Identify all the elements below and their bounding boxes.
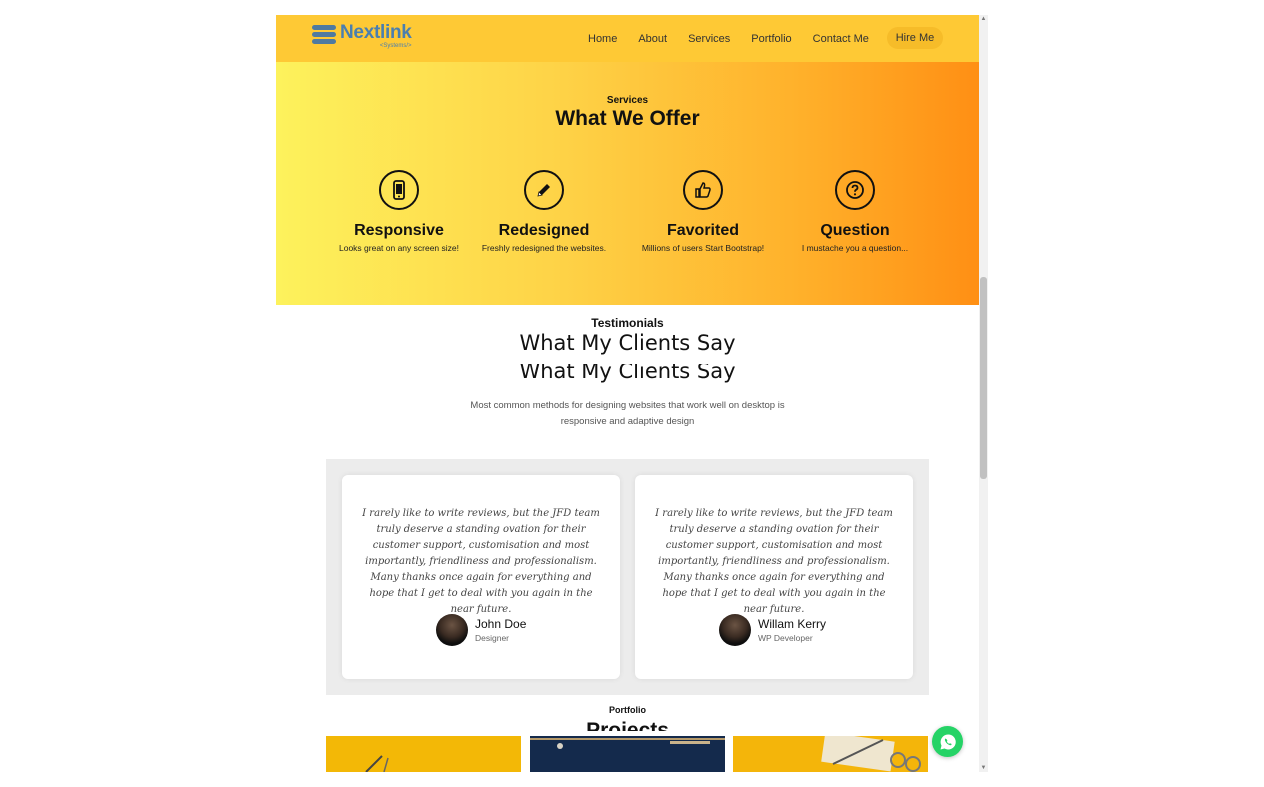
page-viewport: Nextlink <Systems/> Home About Services …	[276, 15, 979, 772]
testimonials-eyebrow: Testimonials	[591, 316, 664, 330]
scrollbar-thumb[interactable]	[980, 277, 987, 479]
pencil-icon	[524, 170, 564, 210]
portfolio-image[interactable]	[530, 736, 725, 772]
scroll-down-arrow-icon[interactable]: ▼	[980, 764, 987, 772]
brand-tagline: <Systems/>	[379, 43, 412, 49]
page-scrollbar[interactable]: ▲ ▼	[979, 15, 988, 772]
feature-title: Responsive	[354, 222, 444, 239]
testimonial-quote: I rarely like to write reviews, but the …	[655, 508, 893, 615]
testimonials-carousel: I rarely like to write reviews, but the …	[326, 459, 929, 695]
server-stack-icon	[312, 23, 338, 47]
nav-portfolio[interactable]: Portfolio	[751, 33, 791, 45]
whatsapp-icon	[940, 733, 956, 749]
feature-responsive: Responsive Looks great on any screen siz…	[324, 170, 474, 253]
feature-desc: Freshly redesigned the websites.	[481, 243, 607, 253]
nav-home[interactable]: Home	[588, 33, 617, 45]
question-icon	[835, 170, 875, 210]
feature-title: Favorited	[666, 222, 739, 239]
portfolio-title: Projects	[586, 719, 669, 731]
portfolio-image[interactable]	[326, 736, 521, 772]
nav-services[interactable]: Services	[688, 33, 730, 45]
avatar	[719, 614, 751, 646]
portfolio-image[interactable]	[733, 736, 928, 772]
mobile-phone-icon	[379, 170, 419, 210]
feature-desc: Millions of users Start Bootstrap!	[641, 243, 765, 253]
testimonial-card: I rarely like to write reviews, but the …	[342, 475, 620, 679]
thumbs-up-icon	[683, 170, 723, 210]
feature-title: Redesigned	[498, 222, 590, 239]
testimonial-quote: I rarely like to write reviews, but the …	[362, 508, 600, 615]
brand-logo[interactable]: Nextlink <Systems/>	[312, 23, 412, 49]
feature-favorited: Favorited Millions of users Start Bootst…	[628, 170, 778, 253]
navbar: Nextlink <Systems/> Home About Services …	[276, 15, 979, 62]
testimonial-author: Willam Kerry WP Developer	[719, 614, 826, 646]
feature-desc: I mustache you a question...	[801, 243, 909, 253]
author-role: WP Developer	[758, 633, 813, 643]
author-name: John Doe	[475, 617, 527, 631]
testimonials-title-shadow: What My Clients Say	[519, 364, 736, 383]
testimonial-card: I rarely like to write reviews, but the …	[635, 475, 913, 679]
services-eyebrow: Services	[606, 95, 649, 106]
services-section: Services What We Offer Responsive Looks …	[276, 62, 979, 305]
scroll-up-arrow-icon[interactable]: ▲	[980, 15, 987, 23]
whatsapp-chat-button[interactable]	[932, 726, 963, 757]
testimonials-title: What My Clients Say	[519, 331, 736, 355]
feature-redesigned: Redesigned Freshly redesigned the websit…	[469, 170, 619, 253]
services-title: What We Offer	[555, 107, 700, 130]
testimonials-description: Most common methods for designing websit…	[470, 400, 785, 427]
avatar	[436, 614, 468, 646]
portfolio-eyebrow: Portfolio	[609, 705, 646, 715]
brand-name: Nextlink	[340, 22, 412, 43]
testimonial-author: John Doe Designer	[436, 614, 526, 646]
nav-about[interactable]: About	[638, 33, 667, 45]
feature-question: Question I mustache you a question...	[780, 170, 930, 253]
feature-title: Question	[820, 222, 890, 239]
feature-desc: Looks great on any screen size!	[338, 243, 459, 253]
main-nav: Home About Services Portfolio Contact Me	[588, 15, 890, 62]
hire-me-button[interactable]: Hire Me	[887, 27, 943, 49]
author-role: Designer	[475, 633, 510, 643]
author-name: Willam Kerry	[758, 617, 826, 631]
nav-contact[interactable]: Contact Me	[813, 33, 869, 45]
